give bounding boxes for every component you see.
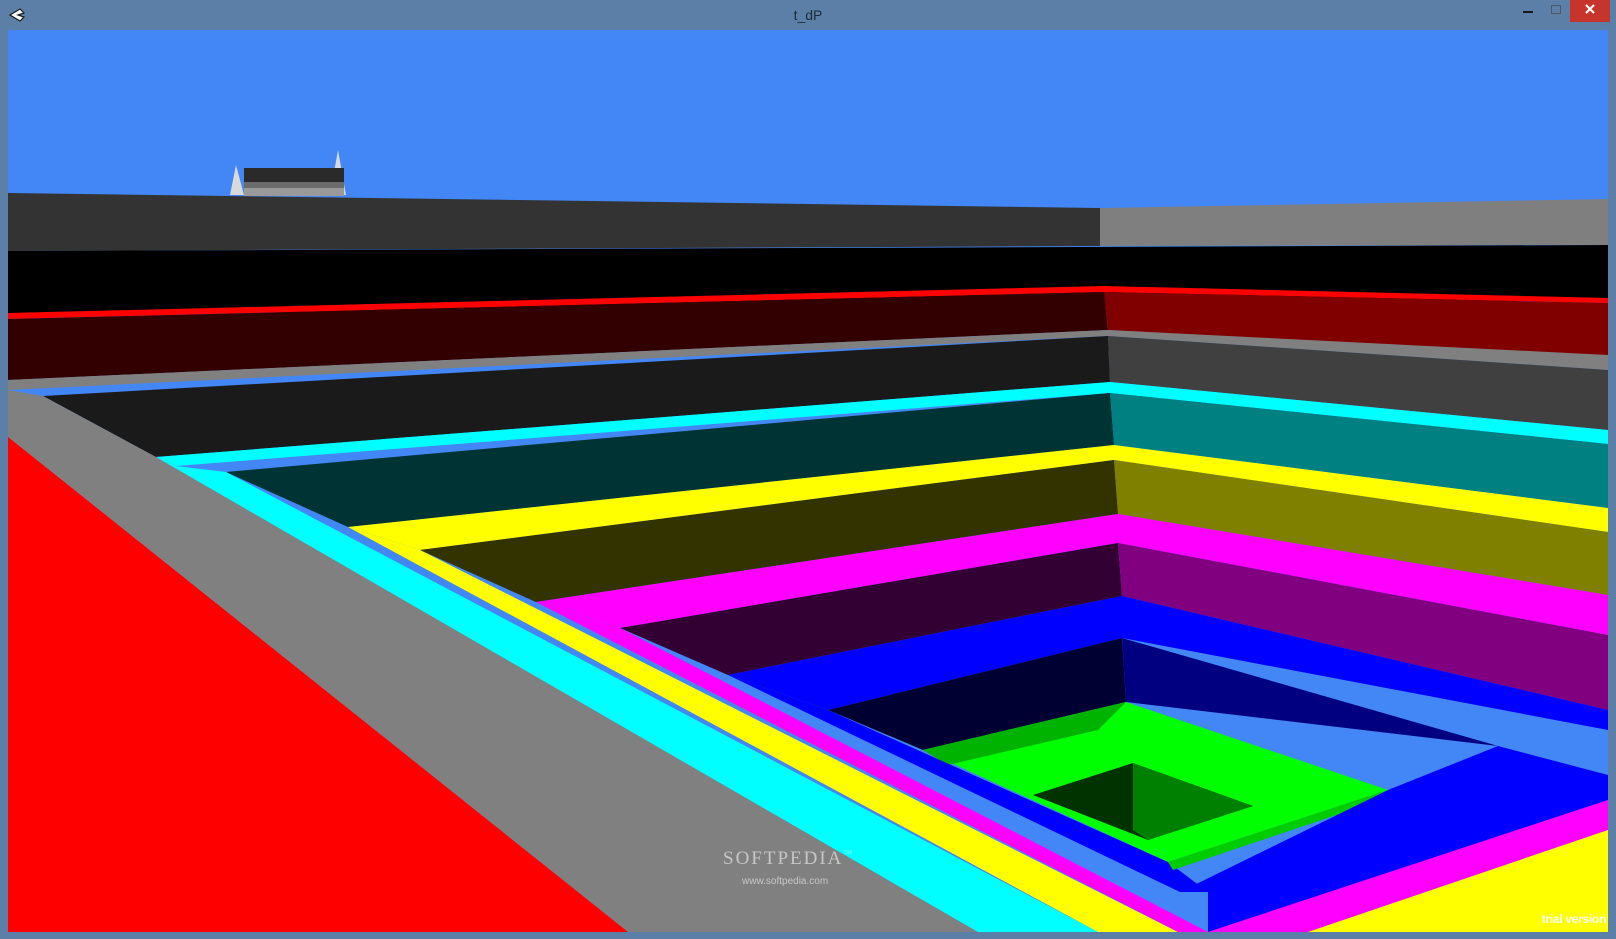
window-title: t_dP bbox=[793, 7, 823, 23]
title-bar: t_dP bbox=[0, 0, 1616, 30]
softpedia-watermark: SOFTPEDIA™ bbox=[723, 848, 855, 869]
trial-version-label: trial version bbox=[1541, 912, 1606, 926]
maximize-icon bbox=[1550, 2, 1562, 20]
game-viewport[interactable]: SOFTPEDIA™ www.softpedia.com trial versi… bbox=[8, 30, 1608, 932]
softpedia-url: www.softpedia.com bbox=[742, 876, 829, 887]
maximize-button[interactable] bbox=[1542, 0, 1570, 22]
minimize-button[interactable] bbox=[1514, 0, 1542, 22]
scene-render bbox=[8, 30, 1608, 932]
close-icon bbox=[1584, 2, 1596, 20]
close-button[interactable] bbox=[1570, 0, 1610, 22]
minimize-icon bbox=[1522, 2, 1534, 20]
